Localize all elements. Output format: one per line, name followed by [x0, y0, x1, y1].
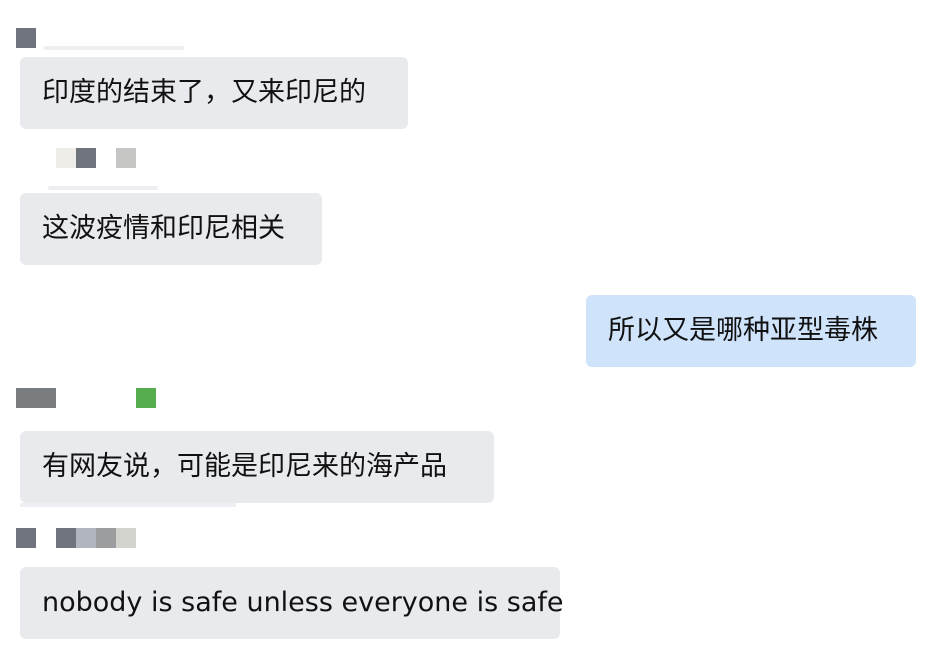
ghost-line — [44, 46, 184, 50]
sender-name-redacted — [16, 388, 216, 408]
message-bubble[interactable]: 这波疫情和印尼相关 — [20, 193, 322, 265]
mosaic-block — [116, 148, 136, 168]
chat-conversation: 印度的结束了，又来印尼的 这波疫情和印尼相关 所以又是哪种亚型毒株 有网友说，可… — [0, 0, 948, 650]
mosaic-block — [56, 528, 76, 548]
mosaic-block — [16, 28, 36, 48]
mosaic-block — [16, 388, 56, 408]
message-text: nobody is safe unless everyone is safe — [42, 587, 564, 618]
sender-name-redacted — [16, 528, 216, 548]
message-bubble-outgoing[interactable]: 所以又是哪种亚型毒株 — [586, 295, 916, 367]
sender-name-redacted — [16, 148, 216, 190]
mosaic-block — [76, 148, 96, 168]
sender-name-redacted — [16, 28, 216, 50]
mosaic-block — [136, 388, 156, 408]
message-text: 印度的结束了，又来印尼的 — [42, 77, 366, 108]
ghost-line — [48, 186, 158, 190]
mosaic-block — [16, 528, 36, 548]
message-bubble[interactable]: 印度的结束了，又来印尼的 — [20, 57, 408, 129]
ghost-line — [20, 503, 236, 507]
mosaic-block — [116, 528, 136, 548]
message-text: 所以又是哪种亚型毒株 — [608, 315, 878, 346]
mosaic-block — [56, 148, 76, 168]
message-bubble[interactable]: nobody is safe unless everyone is safe — [20, 567, 564, 639]
message-text: 有网友说，可能是印尼来的海产品 — [42, 451, 447, 482]
message-bubble[interactable]: 有网友说，可能是印尼来的海产品 — [20, 431, 494, 503]
message-text: 这波疫情和印尼相关 — [42, 213, 285, 244]
mosaic-block — [96, 528, 116, 548]
mosaic-block — [76, 528, 96, 548]
